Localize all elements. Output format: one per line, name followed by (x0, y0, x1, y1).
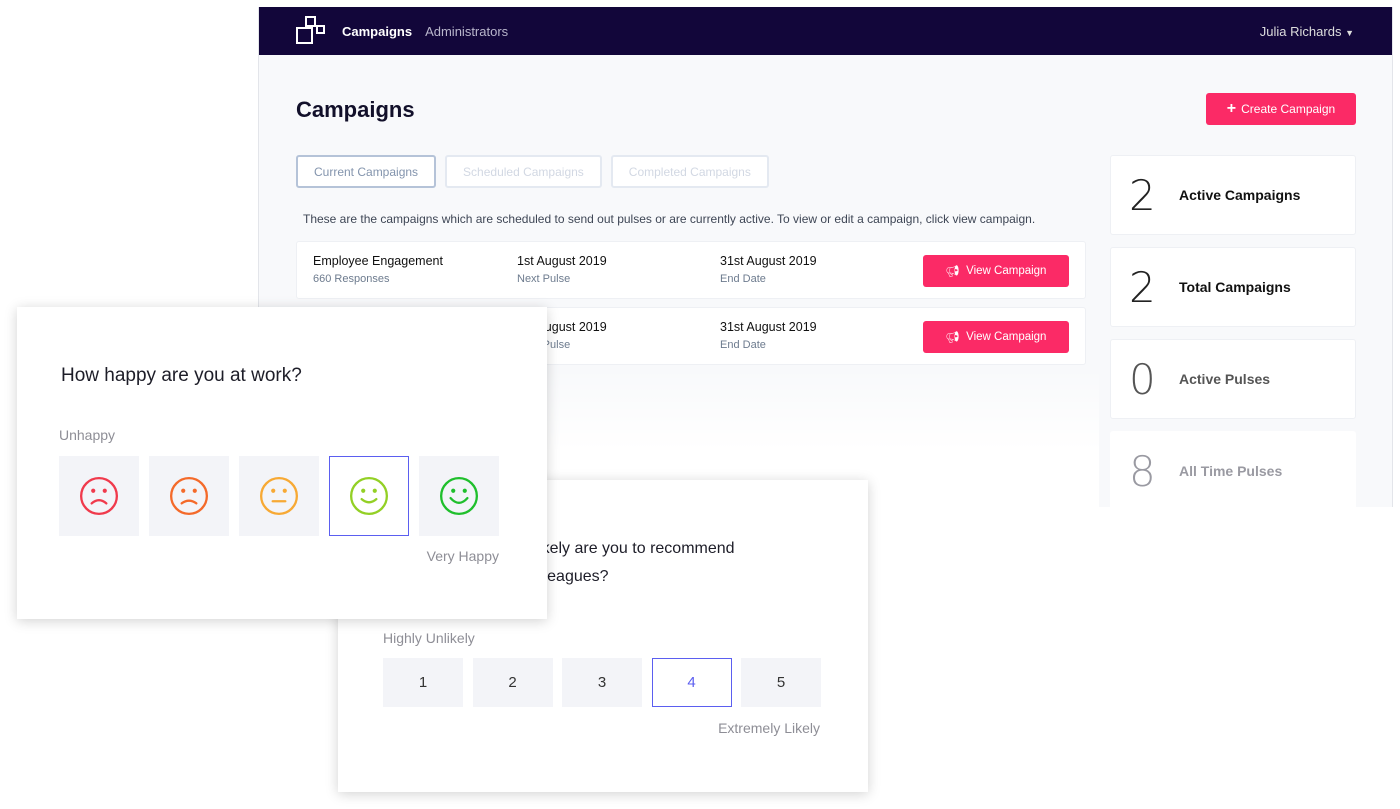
nav-administrators[interactable]: Administrators (425, 24, 508, 39)
happiness-option[interactable] (239, 456, 319, 536)
end-date: 31st August 2019 (720, 254, 817, 268)
view-campaign-button[interactable]: 📢︎ View Campaign (923, 255, 1069, 287)
button-label: View Campaign (966, 265, 1047, 277)
rating-option-3[interactable]: 3 (562, 658, 642, 707)
very-sad-face-icon (79, 476, 119, 516)
end-date: 31st August 2019 (720, 320, 817, 334)
high-label: Very Happy (426, 548, 499, 564)
smile-face-icon (349, 476, 389, 516)
tab-scheduled[interactable]: Scheduled Campaigns (445, 155, 602, 188)
high-label: Extremely Likely (718, 720, 820, 736)
next-pulse: 1st August 2019 (517, 254, 607, 268)
happiness-option[interactable] (149, 456, 229, 536)
stat-all-time-pulses: 8 All Time Pulses (1110, 431, 1356, 511)
happiness-card: How happy are you at work? Unhappy Very … (17, 307, 547, 619)
button-label: View Campaign (966, 331, 1047, 343)
low-label: Unhappy (59, 427, 116, 443)
happiness-option[interactable] (329, 456, 409, 536)
create-campaign-button[interactable]: + Create Campaign (1206, 93, 1356, 125)
plus-icon: + (1226, 100, 1237, 117)
stat-label: Active Campaigns (1179, 187, 1301, 203)
user-name: Julia Richards (1259, 23, 1342, 39)
rating-option-4[interactable]: 4 (651, 658, 732, 707)
stat-label: Active Pulses (1179, 371, 1271, 387)
happy-question: How happy are you at work? (61, 365, 302, 386)
sad-face-icon (169, 476, 209, 516)
stat-active-campaigns: 2 Active Campaigns (1110, 155, 1356, 235)
stat-total-campaigns: 2 Total Campaigns (1110, 247, 1356, 327)
tab-current[interactable]: Current Campaigns (296, 155, 437, 188)
neutral-face-icon (259, 476, 299, 516)
next-label: Next Pulse (517, 273, 571, 285)
stat-value: 0 (1129, 354, 1156, 404)
nav-campaigns[interactable]: Campaigns (342, 24, 412, 39)
happy-face-icon (439, 476, 479, 516)
responses: 660 Responses (313, 273, 390, 285)
view-campaign-button[interactable]: 📢︎ View Campaign (923, 321, 1069, 353)
logo-icon[interactable] (296, 16, 326, 46)
page-title: Campaigns (296, 97, 415, 122)
campaign-name: Employee Engagement (313, 254, 443, 268)
caret-down-icon: ▼ (1345, 27, 1354, 38)
happiness-option[interactable] (59, 456, 139, 536)
happiness-option[interactable] (419, 456, 499, 536)
campaign-row: Employee Engagement 660 Responses 1st Aug… (296, 241, 1086, 299)
rating-option-2[interactable]: 2 (472, 658, 553, 707)
user-menu[interactable]: Julia Richards ▼ (1260, 24, 1354, 39)
stat-value: 8 (1129, 446, 1156, 496)
end-label: End Date (720, 339, 766, 351)
description: These are the campaigns which are schedu… (303, 212, 1036, 226)
stat-label: All Time Pulses (1179, 463, 1283, 479)
megaphone-icon: 📢︎ (945, 266, 961, 278)
stat-value: 2 (1129, 262, 1156, 312)
rating-option-1[interactable]: 1 (383, 658, 463, 707)
stat-value: 2 (1129, 170, 1156, 220)
end-label: End Date (720, 273, 766, 285)
stat-active-pulses: 0 Active Pulses (1110, 339, 1356, 419)
rating-option-5[interactable]: 5 (741, 658, 821, 707)
stat-label: Total Campaigns (1179, 279, 1291, 295)
megaphone-icon: 📢︎ (945, 332, 961, 344)
tab-completed[interactable]: Completed Campaigns (610, 155, 769, 188)
create-label: Create Campaign (1241, 102, 1336, 116)
top-nav: Campaigns Administrators Julia Richards … (259, 7, 1392, 55)
low-label: Highly Unlikely (383, 630, 475, 646)
